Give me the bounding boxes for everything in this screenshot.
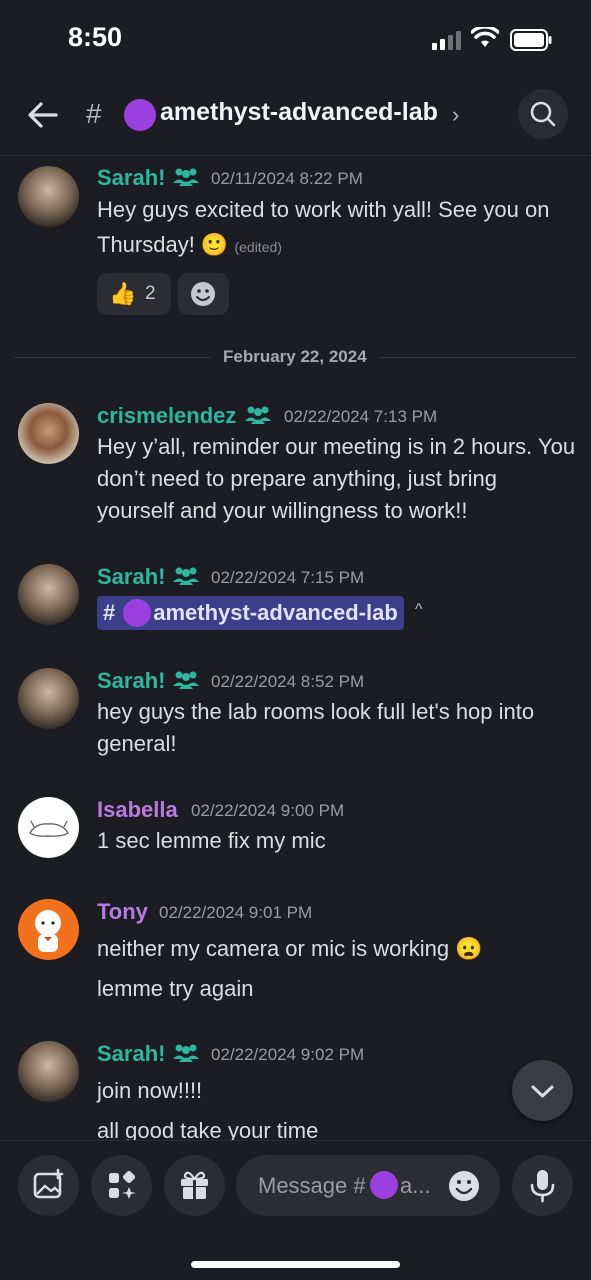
group-role-icon — [173, 671, 199, 689]
avatar[interactable] — [18, 668, 79, 729]
reaction-thumbs-up[interactable]: 👍 2 — [97, 273, 171, 315]
locked-channel-icon: # — [86, 98, 102, 129]
message-list[interactable]: Sarah! 02/11/2024 8:22 PM Hey guys excit… — [0, 157, 591, 1140]
purple-circle-emoji — [370, 1171, 398, 1199]
username[interactable]: Sarah! — [97, 1041, 165, 1067]
bear-character-icon — [35, 910, 61, 952]
emoji-picker-icon[interactable] — [446, 1169, 482, 1203]
avatar[interactable] — [18, 1041, 79, 1102]
mention-hash: # — [103, 600, 116, 625]
message-line: all good take your time — [97, 1118, 319, 1140]
group-role-icon — [245, 406, 271, 424]
avatar[interactable] — [18, 166, 79, 227]
username[interactable]: Sarah! — [97, 668, 165, 694]
timestamp: 02/22/2024 9:00 PM — [191, 801, 345, 820]
username[interactable]: Tony — [97, 899, 148, 925]
timestamp: 02/22/2024 9:02 PM — [211, 1045, 365, 1064]
add-reaction-icon — [191, 282, 215, 306]
home-indicator[interactable] — [191, 1261, 400, 1268]
message-input[interactable]: Message # a... — [236, 1155, 500, 1216]
purple-circle-emoji — [123, 599, 152, 627]
message-text: Hey guys excited to work with yall! See … — [97, 194, 577, 263]
message-placeholder-suffix: a... — [400, 1173, 431, 1198]
edited-label: (edited) — [234, 239, 282, 255]
channel-header: # amethyst-advanced-lab › — [0, 80, 591, 156]
search-button[interactable] — [518, 89, 568, 139]
channel-mention[interactable]: # amethyst-advanced-lab — [97, 596, 404, 630]
status-time: 8:50 — [68, 22, 123, 52]
wifi-icon — [471, 27, 499, 47]
message-line: join now!!!! — [97, 1078, 203, 1103]
chevron-down-icon — [531, 1085, 554, 1098]
apps-button[interactable] — [91, 1155, 152, 1216]
composer-bar: Message # a... — [0, 1140, 591, 1280]
group-role-icon — [173, 1044, 199, 1062]
username[interactable]: Sarah! — [97, 564, 165, 590]
timestamp: 02/22/2024 8:52 PM — [211, 672, 365, 691]
battery-icon — [510, 29, 552, 51]
microphone-icon — [530, 1170, 555, 1203]
timestamp: 02/22/2024 7:15 PM — [211, 568, 365, 587]
image-plus-icon — [33, 1168, 64, 1199]
gift-icon — [181, 1171, 208, 1199]
message-placeholder: Message # — [258, 1173, 366, 1198]
timestamp: 02/11/2024 8:22 PM — [211, 169, 363, 188]
caret-mark: ^ — [415, 601, 423, 618]
message-text: Hey y’all, reminder our meeting is in 2 … — [97, 434, 576, 523]
thumbs-up-icon: 👍 — [109, 281, 137, 306]
username[interactable]: Sarah! — [97, 165, 165, 191]
avatar[interactable] — [18, 797, 79, 858]
group-role-icon — [173, 168, 199, 186]
message-line: neither my camera or mic is working 😦 — [97, 936, 483, 961]
back-arrow-icon[interactable] — [26, 98, 60, 132]
username[interactable]: Isabella — [97, 797, 178, 823]
date-divider: February 22, 2024 — [211, 347, 379, 367]
message-line: Hey guys excited to work with yall! See … — [97, 197, 550, 222]
scroll-to-bottom-button[interactable] — [512, 1060, 573, 1121]
add-reaction-button[interactable] — [178, 273, 229, 315]
timestamp: 02/22/2024 9:01 PM — [159, 903, 313, 922]
message-line: lemme try again — [97, 976, 254, 1001]
cellular-signal-icon — [432, 31, 461, 50]
message-text: neither my camera or mic is working 😦 le… — [97, 933, 577, 1005]
timestamp: 02/22/2024 7:13 PM — [284, 407, 438, 426]
message-text: 1 sec lemme fix my mic — [97, 828, 326, 853]
gift-button[interactable] — [164, 1155, 225, 1216]
avatar[interactable] — [18, 899, 79, 960]
search-icon — [530, 101, 556, 127]
channel-title[interactable]: amethyst-advanced-lab — [160, 98, 438, 127]
apps-icon — [109, 1170, 136, 1199]
attach-image-button[interactable] — [18, 1155, 79, 1216]
mention-channel-name: amethyst-advanced-lab — [153, 600, 398, 625]
username[interactable]: crismelendez — [97, 403, 236, 429]
status-bar: 8:50 — [0, 0, 591, 80]
avatar[interactable] — [18, 403, 79, 464]
avatar[interactable] — [18, 564, 79, 625]
voice-message-button[interactable] — [512, 1155, 573, 1216]
reaction-count: 2 — [145, 283, 156, 304]
purple-circle-emoji — [124, 99, 156, 131]
message-text: join now!!!! all good take your time — [97, 1075, 577, 1140]
sketch-avatar-icon — [29, 820, 69, 837]
message-text: hey guys the lab rooms look full let's h… — [97, 699, 535, 756]
chevron-right-icon[interactable]: › — [452, 102, 459, 128]
group-role-icon — [173, 567, 199, 585]
message-line: Thursday! 🙂 — [97, 232, 229, 257]
